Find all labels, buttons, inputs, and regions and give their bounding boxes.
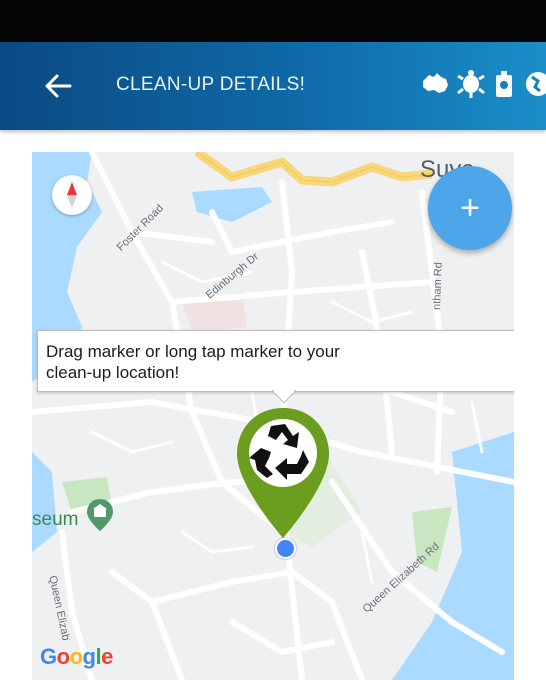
arrow-left-icon bbox=[45, 74, 72, 98]
map-australia-icon[interactable] bbox=[420, 71, 450, 102]
tooltip-arrow bbox=[272, 390, 296, 404]
marker-tooltip: Drag marker or long tap marker to your c… bbox=[37, 330, 514, 392]
app-bar: CLEAN-UP DETAILS! bbox=[0, 42, 546, 130]
google-logo: Google bbox=[40, 644, 113, 669]
page-title: CLEAN-UP DETAILS! bbox=[116, 74, 306, 95]
current-location-dot bbox=[275, 538, 296, 559]
back-button[interactable] bbox=[36, 64, 80, 108]
app-bar-actions bbox=[420, 68, 546, 104]
trash-bin-icon[interactable] bbox=[492, 69, 516, 104]
street-label-ntham: ntham Rd bbox=[431, 261, 445, 311]
tooltip-line-1: Drag marker or long tap marker to your bbox=[46, 342, 340, 361]
poi-museum-label: seum bbox=[32, 509, 79, 530]
compass-icon bbox=[67, 182, 77, 208]
plus-icon: + bbox=[460, 189, 480, 227]
museum-pin-icon[interactable] bbox=[86, 498, 114, 532]
turtle-icon[interactable] bbox=[456, 69, 486, 104]
recycle-marker-icon[interactable] bbox=[233, 406, 333, 544]
compass-button[interactable] bbox=[52, 175, 92, 215]
map-view[interactable]: Suva Foster Road Edinburgh Dr ntham Rd Q… bbox=[32, 152, 514, 680]
add-fab-button[interactable]: + bbox=[428, 166, 512, 250]
status-bar bbox=[0, 0, 546, 42]
tooltip-line-2: clean-up location! bbox=[46, 363, 180, 382]
globe-icon[interactable] bbox=[522, 69, 546, 104]
